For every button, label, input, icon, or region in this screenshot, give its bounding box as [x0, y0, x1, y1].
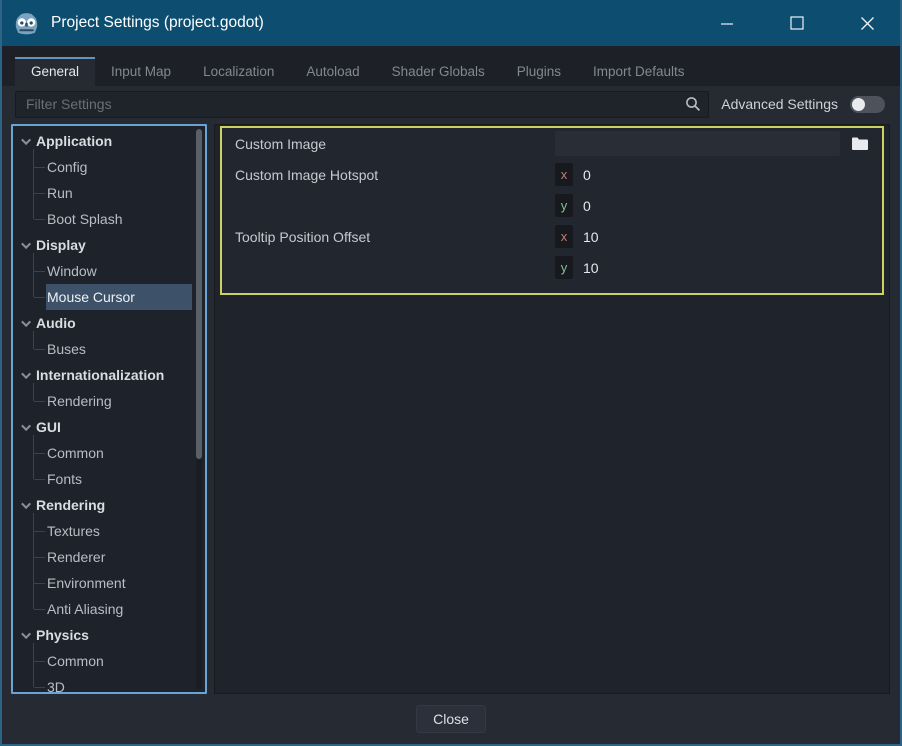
- mouse-cursor-settings-section: Custom Image Custom Image Hotspot: [220, 126, 884, 295]
- filter-settings-field: [15, 91, 709, 118]
- hotspot-y-value: 0: [583, 198, 591, 214]
- tree-section-internationalization[interactable]: Internationalization: [13, 362, 205, 388]
- main-area: Application Config Run Boot Splash Displ…: [2, 122, 900, 694]
- search-icon: [685, 96, 701, 112]
- project-settings-window: Project Settings (project.godot) General…: [0, 0, 902, 746]
- chevron-down-icon[interactable]: [21, 239, 31, 249]
- tree-section-application[interactable]: Application: [13, 128, 205, 154]
- property-label: Custom Image Hotspot: [235, 167, 555, 183]
- tree-section-display[interactable]: Display: [13, 232, 205, 258]
- titlebar: Project Settings (project.godot): [0, 0, 902, 46]
- maximize-button[interactable]: [762, 0, 832, 46]
- tree-section-gui[interactable]: GUI: [13, 414, 205, 440]
- minimize-button[interactable]: [692, 0, 762, 46]
- tree-item-anti-aliasing[interactable]: Anti Aliasing: [13, 596, 205, 622]
- filter-settings-input[interactable]: [15, 91, 709, 118]
- tooltip-offset-x-field[interactable]: x 10: [555, 225, 599, 248]
- tree-item-textures[interactable]: Textures: [13, 518, 205, 544]
- filter-row: Advanced Settings: [2, 86, 900, 122]
- tree-children-application: Config Run Boot Splash: [13, 154, 205, 232]
- property-value: y 10: [555, 256, 882, 279]
- godot-logo-icon: [13, 10, 40, 37]
- tab-plugins[interactable]: Plugins: [501, 57, 577, 86]
- advanced-settings-label: Advanced Settings: [721, 96, 838, 112]
- tree-children-audio: Buses: [13, 336, 205, 362]
- property-value: x 10: [555, 225, 882, 248]
- tree-item-common-gui[interactable]: Common: [13, 440, 205, 466]
- hotspot-y-field[interactable]: y 0: [555, 194, 591, 217]
- chevron-down-icon[interactable]: [21, 317, 31, 327]
- maximize-icon: [790, 16, 804, 30]
- property-value: y 0: [555, 194, 882, 217]
- tree-item-config[interactable]: Config: [13, 154, 205, 180]
- tree-item-window[interactable]: Window: [13, 258, 205, 284]
- hotspot-x-field[interactable]: x 0: [555, 163, 591, 186]
- settings-tree-panel: Application Config Run Boot Splash Displ…: [11, 124, 207, 694]
- property-label: Custom Image: [235, 136, 555, 152]
- tree-item-3d[interactable]: 3D: [13, 674, 205, 694]
- property-row-custom-image-hotspot-x: Custom Image Hotspot x 0: [222, 159, 882, 190]
- folder-icon: [851, 136, 869, 152]
- tree-scrollbar[interactable]: [196, 129, 202, 689]
- close-window-button[interactable]: [832, 0, 902, 46]
- tree-children-rendering: Textures Renderer Environment Anti Alias…: [13, 518, 205, 622]
- property-row-custom-image-hotspot-y: y 0: [222, 190, 882, 221]
- bottom-bar: Close: [2, 694, 900, 744]
- tree-children-gui: Common Fonts: [13, 440, 205, 492]
- tab-localization[interactable]: Localization: [187, 57, 290, 86]
- tab-autoload[interactable]: Autoload: [290, 57, 375, 86]
- property-value: x 0: [555, 163, 882, 186]
- tree-item-rendering-i18n[interactable]: Rendering: [13, 388, 205, 414]
- tab-shader-globals[interactable]: Shader Globals: [376, 57, 501, 86]
- chevron-down-icon[interactable]: [21, 499, 31, 509]
- toggle-knob: [852, 98, 865, 111]
- property-row-tooltip-offset-y: y 10: [222, 252, 882, 283]
- tab-bar: General Input Map Localization Autoload …: [2, 46, 900, 86]
- tree-item-environment[interactable]: Environment: [13, 570, 205, 596]
- axis-x-badge: x: [555, 225, 573, 248]
- close-dialog-button[interactable]: Close: [416, 705, 486, 733]
- close-icon: [860, 16, 875, 31]
- tree-section-physics[interactable]: Physics: [13, 622, 205, 648]
- axis-x-badge: x: [555, 163, 573, 186]
- tree-item-common-physics[interactable]: Common: [13, 648, 205, 674]
- tab-import-defaults[interactable]: Import Defaults: [577, 57, 701, 86]
- tab-general[interactable]: General: [15, 57, 95, 86]
- property-row-tooltip-offset-x: Tooltip Position Offset x 10: [222, 221, 882, 252]
- tree-item-boot-splash[interactable]: Boot Splash: [13, 206, 205, 232]
- tooltip-offset-y-field[interactable]: y 10: [555, 256, 599, 279]
- tree-item-buses[interactable]: Buses: [13, 336, 205, 362]
- inspector-panel: Custom Image Custom Image Hotspot: [214, 124, 890, 694]
- tree-item-fonts[interactable]: Fonts: [13, 466, 205, 492]
- axis-y-badge: y: [555, 256, 573, 279]
- hotspot-x-value: 0: [583, 167, 591, 183]
- chevron-down-icon[interactable]: [21, 421, 31, 431]
- advanced-settings-toggle[interactable]: [850, 96, 885, 113]
- window-title: Project Settings (project.godot): [51, 14, 692, 32]
- chevron-down-icon[interactable]: [21, 629, 31, 639]
- chevron-down-icon[interactable]: [21, 369, 31, 379]
- tree-children-physics: Common 3D: [13, 648, 205, 694]
- axis-y-badge: y: [555, 194, 573, 217]
- browse-file-button[interactable]: [847, 131, 873, 157]
- tooltip-offset-x-value: 10: [583, 229, 599, 245]
- property-row-custom-image: Custom Image: [222, 128, 882, 159]
- chevron-down-icon[interactable]: [21, 135, 31, 145]
- custom-image-input[interactable]: [555, 131, 840, 156]
- tree-item-mouse-cursor[interactable]: Mouse Cursor: [13, 284, 205, 310]
- tab-input-map[interactable]: Input Map: [95, 57, 187, 86]
- property-label: Tooltip Position Offset: [235, 229, 555, 245]
- tree-children-display: Window Mouse Cursor: [13, 258, 205, 310]
- tooltip-offset-y-value: 10: [583, 260, 599, 276]
- tree-item-run[interactable]: Run: [13, 180, 205, 206]
- tree-item-renderer[interactable]: Renderer: [13, 544, 205, 570]
- property-value: [555, 131, 882, 157]
- tree-section-audio[interactable]: Audio: [13, 310, 205, 336]
- minimize-icon: [720, 16, 734, 30]
- tree-children-internationalization: Rendering: [13, 388, 205, 414]
- tree-scrollbar-thumb[interactable]: [196, 129, 202, 459]
- tree-section-rendering[interactable]: Rendering: [13, 492, 205, 518]
